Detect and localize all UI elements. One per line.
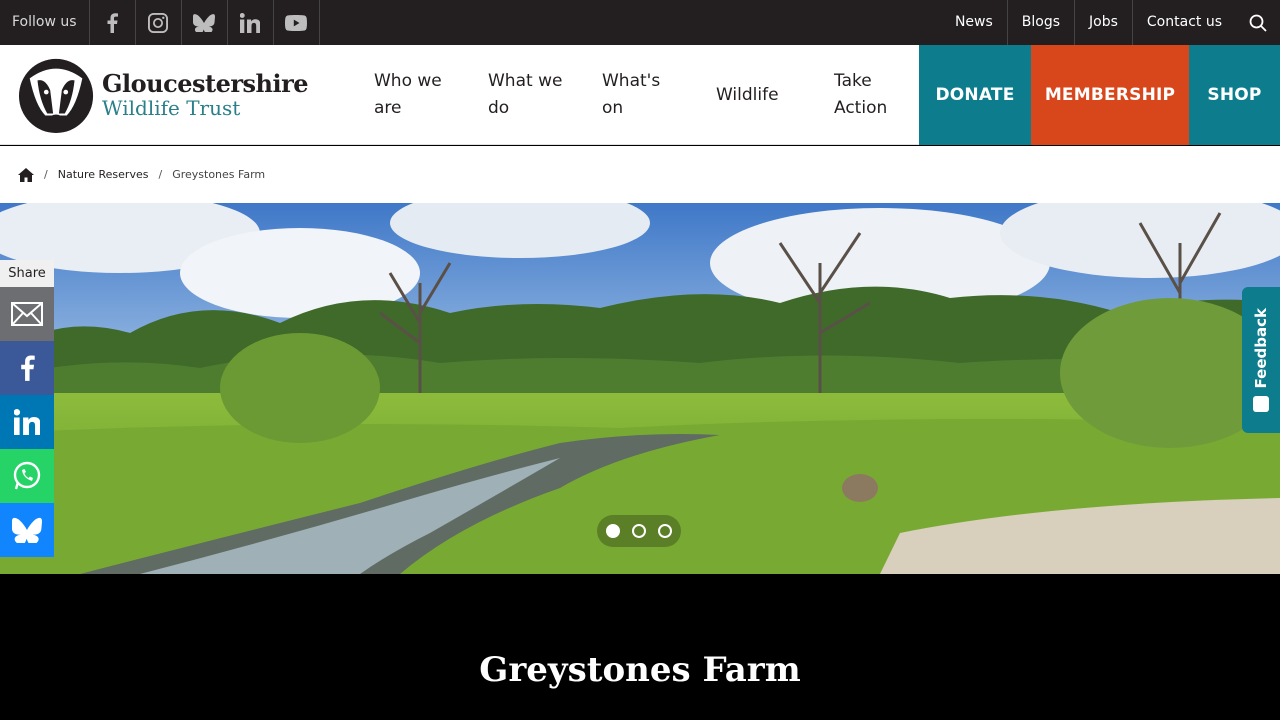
share-facebook-button[interactable] bbox=[0, 341, 54, 395]
page-title: Greystones Farm bbox=[479, 650, 801, 690]
share-bluesky-button[interactable] bbox=[0, 503, 54, 557]
whatsapp-icon bbox=[13, 461, 41, 490]
email-icon bbox=[11, 302, 43, 326]
carousel-dot[interactable] bbox=[658, 524, 672, 538]
logo-subtitle: Wildlife Trust bbox=[102, 96, 241, 120]
blogs-link[interactable]: Blogs bbox=[1008, 0, 1076, 45]
facebook-icon bbox=[21, 355, 35, 381]
logo-title: Gloucestershire bbox=[102, 69, 308, 98]
share-linkedin-button[interactable] bbox=[0, 395, 54, 449]
bluesky-icon bbox=[12, 517, 42, 543]
top-bar: Follow us News Blogs Jobs Contact us bbox=[0, 0, 1280, 45]
share-whatsapp-button[interactable] bbox=[0, 449, 54, 503]
breadcrumb: / Nature Reserves / Greystones Farm bbox=[0, 146, 1280, 203]
shop-button[interactable]: SHOP bbox=[1189, 45, 1280, 145]
nav-take-action[interactable]: Take Action bbox=[818, 45, 918, 145]
hero-carousel[interactable] bbox=[0, 203, 1280, 574]
share-bar: Share bbox=[0, 260, 54, 557]
social-links bbox=[90, 0, 320, 45]
utility-links: News Blogs Jobs Contact us bbox=[941, 0, 1236, 45]
title-band bbox=[0, 574, 1280, 720]
search-icon bbox=[1249, 14, 1267, 32]
feedback-label: Feedback bbox=[1252, 307, 1270, 389]
badger-logo-icon bbox=[18, 58, 94, 134]
bluesky-icon[interactable] bbox=[182, 0, 228, 45]
search-button[interactable] bbox=[1236, 0, 1280, 45]
instagram-icon[interactable] bbox=[136, 0, 182, 45]
breadcrumb-nature-reserves[interactable]: Nature Reserves bbox=[58, 168, 149, 181]
breadcrumb-separator: / bbox=[158, 168, 163, 181]
youtube-icon[interactable] bbox=[274, 0, 320, 45]
main-nav: Who we are What we do What's on Wildlife… bbox=[358, 45, 918, 145]
nav-whats-on[interactable]: What's on bbox=[586, 45, 700, 145]
news-link[interactable]: News bbox=[941, 0, 1008, 45]
contact-us-link[interactable]: Contact us bbox=[1133, 0, 1236, 45]
nav-who-we-are[interactable]: Who we are bbox=[358, 45, 472, 145]
home-icon[interactable] bbox=[18, 167, 34, 182]
share-email-button[interactable] bbox=[0, 287, 54, 341]
breadcrumb-separator: / bbox=[44, 168, 48, 181]
carousel-pagination bbox=[597, 515, 681, 547]
donate-button[interactable]: DONATE bbox=[919, 45, 1031, 145]
nav-what-we-do[interactable]: What we do bbox=[472, 45, 586, 145]
follow-us-label: Follow us bbox=[0, 0, 90, 45]
nav-wildlife[interactable]: Wildlife bbox=[700, 45, 818, 145]
membership-button[interactable]: MEMBERSHIP bbox=[1031, 45, 1189, 145]
facebook-icon[interactable] bbox=[90, 0, 136, 45]
carousel-dot[interactable] bbox=[606, 524, 620, 538]
share-label: Share bbox=[0, 260, 54, 287]
site-header: Gloucestershire Wildlife Trust Who we ar… bbox=[0, 45, 1280, 145]
jobs-link[interactable]: Jobs bbox=[1075, 0, 1133, 45]
breadcrumb-current: Greystones Farm bbox=[172, 168, 266, 181]
feedback-tab[interactable]: Feedback bbox=[1242, 287, 1280, 433]
linkedin-icon[interactable] bbox=[228, 0, 274, 45]
linkedin-icon bbox=[14, 409, 40, 435]
carousel-dot[interactable] bbox=[632, 524, 646, 538]
site-logo[interactable]: Gloucestershire Wildlife Trust bbox=[18, 56, 308, 134]
feedback-icon bbox=[1253, 396, 1269, 413]
